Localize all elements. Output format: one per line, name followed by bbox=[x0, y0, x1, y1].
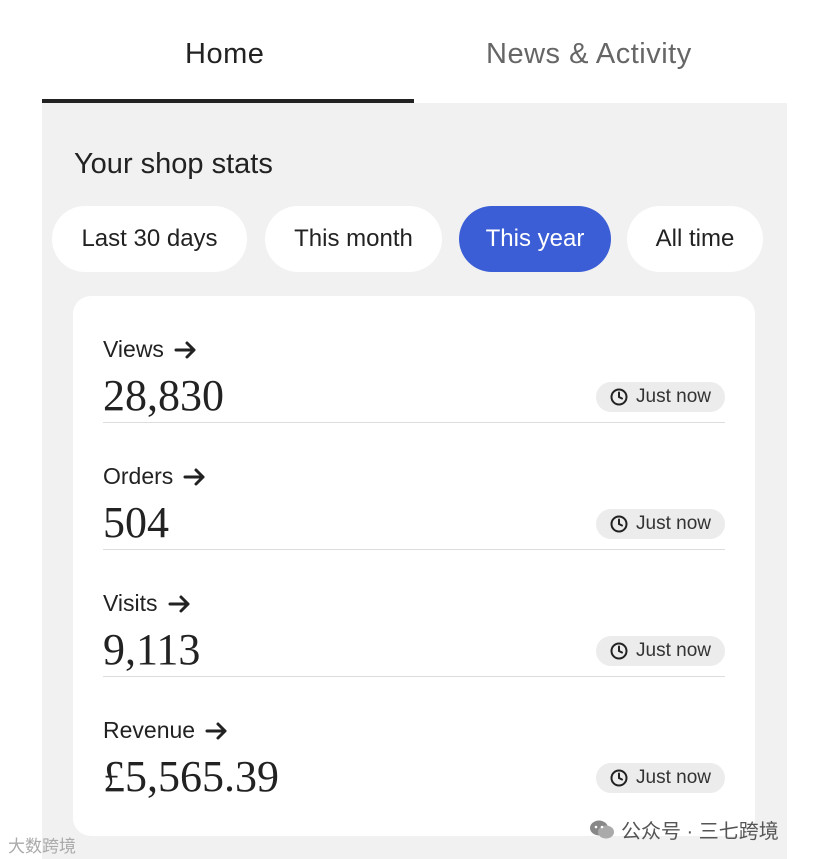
tab-news-activity[interactable]: News & Activity bbox=[486, 38, 692, 71]
clock-icon bbox=[610, 515, 628, 533]
stat-revenue-link[interactable]: Revenue bbox=[103, 717, 229, 744]
tab-home[interactable]: Home bbox=[185, 38, 264, 71]
stat-views-link[interactable]: Views bbox=[103, 336, 198, 363]
arrow-right-icon bbox=[174, 341, 196, 358]
clock-icon bbox=[610, 769, 628, 787]
stat-orders: Orders 504 Just now bbox=[103, 423, 725, 550]
filter-this-year[interactable]: This year bbox=[459, 206, 611, 272]
top-tabs: Home News & Activity bbox=[0, 0, 828, 104]
stat-value: 28,830 bbox=[103, 371, 224, 420]
filter-last-30-days[interactable]: Last 30 days bbox=[52, 206, 247, 272]
stat-value: £5,565.39 bbox=[103, 752, 279, 801]
stats-card: Views 28,830 Just now Orders 504 Just no… bbox=[73, 296, 755, 836]
clock-icon bbox=[610, 642, 628, 660]
arrow-right-icon bbox=[183, 468, 205, 485]
stat-visits-link[interactable]: Visits bbox=[103, 590, 192, 617]
stat-label: Orders bbox=[103, 463, 174, 489]
stat-visits: Visits 9,113 Just now bbox=[103, 550, 725, 677]
stat-value: 9,113 bbox=[103, 625, 201, 674]
watermark-logo: 大数跨境 bbox=[8, 837, 76, 856]
arrow-right-icon bbox=[205, 722, 227, 739]
filter-all-time[interactable]: All time bbox=[627, 206, 763, 272]
updated-text: Just now bbox=[636, 513, 711, 534]
updated-text: Just now bbox=[636, 386, 711, 407]
wechat-icon bbox=[590, 820, 614, 838]
stat-label: Visits bbox=[103, 590, 158, 616]
stat-views: Views 28,830 Just now bbox=[103, 296, 725, 423]
updated-badge: Just now bbox=[596, 636, 725, 666]
updated-text: Just now bbox=[636, 640, 711, 661]
updated-badge: Just now bbox=[596, 763, 725, 793]
stat-orders-link[interactable]: Orders bbox=[103, 463, 207, 490]
section-title: Your shop stats bbox=[74, 148, 273, 180]
clock-icon bbox=[610, 388, 628, 406]
updated-badge: Just now bbox=[596, 509, 725, 539]
filter-this-month[interactable]: This month bbox=[265, 206, 442, 272]
arrow-right-icon bbox=[168, 595, 190, 612]
stat-revenue: Revenue £5,565.39 Just now bbox=[103, 677, 725, 804]
watermark-wechat: 公众号 · 三七跨境 bbox=[589, 815, 779, 844]
stat-value: 504 bbox=[103, 498, 169, 547]
watermark-text: 公众号 · 三七跨境 bbox=[621, 821, 779, 843]
updated-badge: Just now bbox=[596, 382, 725, 412]
stat-label: Revenue bbox=[103, 717, 196, 743]
stat-label: Views bbox=[103, 336, 164, 362]
updated-text: Just now bbox=[636, 767, 711, 788]
